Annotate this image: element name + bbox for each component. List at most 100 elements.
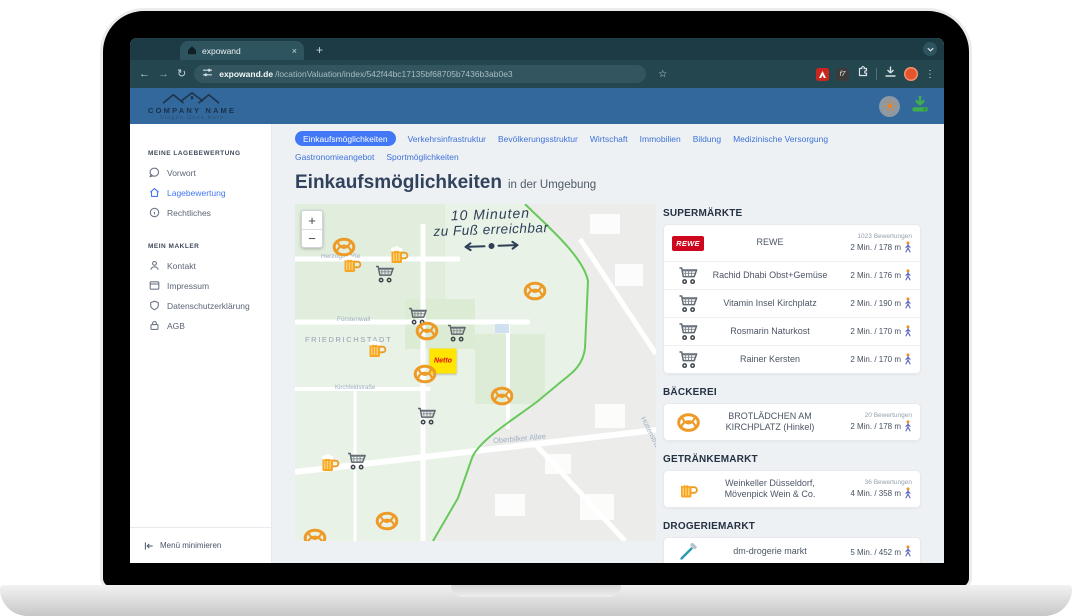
browser-menu-icon[interactable]: ⋮ — [925, 69, 935, 80]
nav-tab-wirtschaft[interactable]: Wirtschaft — [590, 134, 628, 144]
category-tabs-row1: Einkaufsmöglichkeiten Verkehrsinfrastrukt… — [295, 131, 921, 146]
beer-map-marker[interactable] — [368, 340, 387, 359]
download-report-button[interactable] — [910, 95, 930, 118]
page-title-sub: in der Umgebung — [508, 179, 596, 191]
beer-map-marker[interactable] — [343, 255, 362, 274]
cart-icon — [672, 266, 704, 285]
zoom-in-button[interactable]: + — [302, 211, 322, 229]
walk-distance: 2 Min. / 190 m — [850, 297, 912, 311]
pretzel-map-marker[interactable] — [524, 282, 547, 301]
walking-person-icon — [904, 297, 912, 311]
street-label: Fürstenwall — [337, 316, 370, 323]
browser-toolbar: ← → ↻ expowand.de /locationValuation/ind… — [130, 60, 944, 88]
site-header: COMPANY NAME Slogan Goes Here — [130, 88, 944, 124]
place-name: dm-drogerie markt — [704, 546, 836, 557]
walk-distance: 2 Min. / 176 m — [850, 269, 912, 283]
place-row-rewe[interactable]: REWEREWE★★★★★★★★★★1023 Bewertungen2 Min.… — [664, 225, 920, 261]
review-count: 1023 Bewertungen — [857, 233, 912, 240]
zoom-out-button[interactable]: − — [302, 229, 322, 247]
nav-tab-bev-lkerungsstruktur[interactable]: Bevölkerungsstruktur — [498, 134, 578, 144]
walk-distance-label: 5 Min. / 452 m — [850, 548, 901, 557]
sidebar-item-lagebewertung[interactable]: Lagebewertung — [148, 187, 271, 198]
nav-tab-gastronomieangebot[interactable]: Gastronomieangebot — [295, 152, 374, 162]
shield-icon — [148, 300, 160, 311]
new-tab-button[interactable]: + — [316, 41, 323, 60]
pretzel-map-marker[interactable] — [491, 387, 514, 406]
sidebar-item-impressum[interactable]: Impressum — [148, 280, 271, 291]
sidebar-collapse-button[interactable]: Menü minimieren — [130, 527, 271, 563]
lock-icon — [148, 320, 160, 331]
sidebar-item-rechtliches[interactable]: Rechtliches — [148, 207, 271, 218]
sun-icon — [884, 100, 896, 112]
walk-time-annotation: 10 Minuten zu Fuß erreichbar — [390, 204, 592, 260]
forward-icon[interactable]: → — [158, 69, 169, 80]
tune-icon[interactable] — [202, 65, 213, 83]
walk-distance: 4 Min. / 358 m — [850, 487, 912, 501]
nav-tab-immobilien[interactable]: Immobilien — [640, 134, 681, 144]
laptop-mockup: expowand × + ← → ↻ expowand.de /location… — [0, 0, 1072, 616]
cart-map-marker[interactable] — [417, 407, 438, 426]
tab-search-chevron-icon[interactable] — [923, 42, 937, 56]
nav-tab-sportm-glichkeiten[interactable]: Sportmöglichkeiten — [386, 152, 458, 162]
category-tabs-row2: Gastronomieangebot Sportmöglichkeiten — [295, 152, 921, 162]
map-canvas[interactable]: + − 10 Minuten zu Fuß erreichbar FRIEDRI… — [295, 204, 656, 541]
place-name: Rachid Dhabi Obst+Gemüse — [704, 270, 836, 281]
browser-tab[interactable]: expowand × — [180, 41, 304, 60]
place-row-vitamin-insel-kirchplatz[interactable]: Vitamin Insel Kirchplatz 2 Min. / 190 m — [664, 289, 920, 317]
places-card: Weinkeller Düsseldorf, Mövenpick Wein & … — [663, 470, 921, 508]
place-row-brotl-dchen-am-kirchplatz-hinkel[interactable]: BROTLÄDCHEN AM KIRCHPLATZ (Hinkel)★★★★★★… — [664, 404, 920, 440]
sidebar: MEINE LAGEBEWERTUNG Vorwort Lagebewertung… — [130, 124, 272, 563]
place-row-rachid-dhabi-obst-gem-se[interactable]: Rachid Dhabi Obst+Gemüse 2 Min. / 176 m — [664, 261, 920, 289]
rooftops-logo-icon — [159, 91, 225, 105]
company-logo[interactable]: COMPANY NAME Slogan Goes Here — [148, 91, 236, 121]
sidebar-item-kontakt[interactable]: Kontakt — [148, 260, 271, 271]
walking-person-icon — [904, 420, 912, 434]
place-row-weinkeller-d-sseldorf-m-venpick-wein-co[interactable]: Weinkeller Düsseldorf, Mövenpick Wein & … — [664, 471, 920, 507]
nav-tab-verkehrsinfrastruktur[interactable]: Verkehrsinfrastruktur — [408, 134, 486, 144]
place-meta: 2 Min. / 170 m — [836, 353, 912, 367]
beer-map-marker[interactable] — [321, 454, 340, 473]
address-bar[interactable]: expowand.de /locationValuation/index/542… — [194, 65, 646, 83]
pretzel-map-marker[interactable] — [414, 365, 437, 384]
reload-icon[interactable]: ↻ — [177, 69, 186, 80]
walk-distance-label: 4 Min. / 358 m — [850, 489, 901, 498]
cart-map-marker[interactable] — [447, 324, 468, 343]
extensions-puzzle-icon[interactable] — [856, 65, 869, 83]
company-slogan: Slogan Goes Here — [160, 115, 224, 121]
tab-close-icon[interactable]: × — [292, 46, 297, 56]
cart-map-marker[interactable] — [347, 452, 368, 471]
pdf-extension-icon[interactable] — [816, 68, 829, 81]
website: COMPANY NAME Slogan Goes Here MEINE LAGE… — [130, 88, 944, 563]
back-icon[interactable]: ← — [139, 69, 150, 80]
nav-tab-bildung[interactable]: Bildung — [693, 134, 721, 144]
bookmark-star-icon[interactable]: ☆ — [658, 69, 667, 80]
place-name: BROTLÄDCHEN AM KIRCHPLATZ (Hinkel) — [704, 411, 836, 434]
cart-icon — [672, 294, 704, 313]
pretzel-map-marker[interactable] — [376, 512, 399, 531]
street-label: Kirchfeldstraße — [335, 385, 375, 391]
downloads-icon[interactable] — [884, 65, 897, 83]
theme-toggle-button[interactable] — [879, 96, 900, 117]
walking-person-icon — [904, 269, 912, 283]
cart-map-marker[interactable] — [375, 265, 396, 284]
nav-tab-einkaufsm-glichkeiten[interactable]: Einkaufsmöglichkeiten — [295, 131, 396, 146]
f7-extension-icon[interactable]: f7 — [836, 68, 849, 81]
sidebar-item-vorwort[interactable]: Vorwort — [148, 167, 271, 178]
place-row-rainer-kersten[interactable]: Rainer Kersten2 Min. / 170 m — [664, 345, 920, 373]
laptop-base-notch — [451, 585, 621, 597]
place-name: Vitamin Insel Kirchplatz — [704, 298, 836, 309]
place-row-dm-drogerie-markt[interactable]: dm-drogerie markt 5 Min. / 452 m — [664, 538, 920, 563]
profile-avatar[interactable] — [904, 67, 918, 81]
sidebar-item-datenschutzerkl-rung[interactable]: Datenschutzerklärung — [148, 300, 271, 311]
sidebar-section-lagebewertung: MEINE LAGEBEWERTUNG — [148, 150, 271, 157]
pretzel-map-marker[interactable] — [304, 529, 327, 542]
home-icon — [148, 187, 160, 198]
place-row-rosmarin-naturkost[interactable]: Rosmarin Naturkost2 Min. / 170 m — [664, 317, 920, 345]
rewe-logo: REWE — [672, 236, 704, 251]
place-name: REWE — [704, 237, 836, 248]
sidebar-item-agb[interactable]: AGB — [148, 320, 271, 331]
sidebar-item-label: Impressum — [167, 281, 209, 291]
walking-person-icon — [904, 325, 912, 339]
pretzel-map-marker[interactable] — [416, 322, 439, 341]
nav-tab-medizinische-versorgung[interactable]: Medizinische Versorgung — [733, 134, 828, 144]
